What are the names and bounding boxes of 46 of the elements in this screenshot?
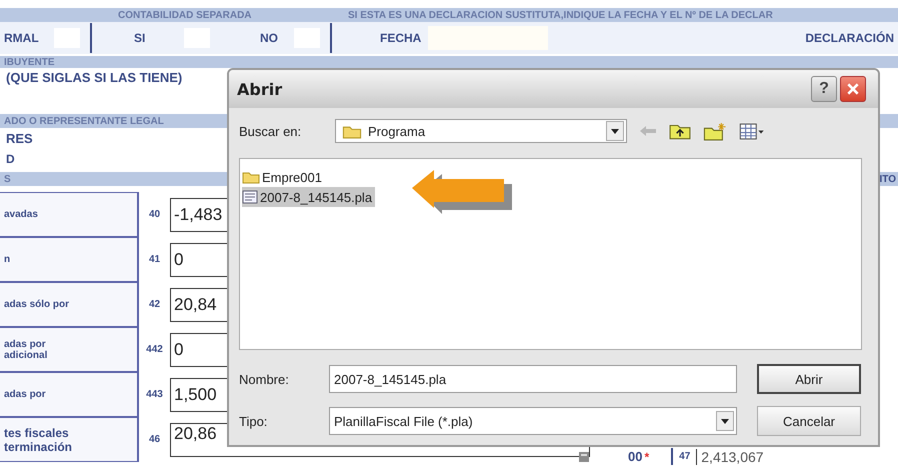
file-item[interactable]: Empre001 [242,167,325,187]
file-type-label: Tipo: [239,414,268,428]
look-in-label: Buscar en: [239,124,302,138]
help-button[interactable]: ? [811,76,837,102]
x-icon [846,82,860,96]
file-type-dropdown[interactable]: PlanillaFiscal File (*.pla) [329,407,737,435]
open-button[interactable]: Abrir [757,364,861,394]
field-label: DECLARACIÓN [805,31,894,45]
row-label: adas sólo por [0,282,138,327]
row-label: adas por [0,372,138,417]
view-menu-icon[interactable] [739,122,765,140]
section-heading: S [4,174,11,184]
look-in-dropdown[interactable]: Programa [335,119,627,143]
cancel-button[interactable]: Cancelar [757,406,861,436]
row-label: tes fiscales terminación [0,417,138,462]
field-label: RES [6,130,33,146]
field-label: FECHA [380,31,422,45]
file-item[interactable]: 2007-8_145145.pla [242,187,376,207]
folder-icon [342,124,362,138]
calculator-icon[interactable] [578,450,590,462]
row-label: n [0,237,138,282]
cents-label: 00 [628,449,642,464]
field-label: D [6,152,15,166]
row-label: avadas [0,192,138,237]
field-label: SI [134,31,146,45]
up-folder-icon[interactable] [669,122,691,140]
field-label: NO [260,31,279,45]
amount-field[interactable]: 2,413,067 [696,448,872,464]
new-folder-icon[interactable] [703,122,727,140]
document-icon [242,190,258,204]
row-label: adas por adicional [0,327,138,372]
field-label: (QUE SIGLAS SI LAS TIENE) [6,70,182,85]
file-name-field[interactable]: 2007-8_145145.pla [329,365,737,393]
section-heading: ADO O REPRESENTANTE LEGAL [4,116,164,126]
folder-icon [242,170,260,184]
section-heading: CONTABILIDAD SEPARADA [118,10,253,20]
file-name-label: Nombre: [239,372,290,386]
required-mark: * [644,450,650,464]
field-label: RMAL [4,31,40,45]
section-heading: SI ESTA ES UNA DECLARACION SUSTITUTA,INDIQUE LA FECHA Y EL Nº DE LA DECLAR [348,10,773,20]
column-heading: ITO [880,174,896,184]
close-button[interactable] [840,76,866,102]
section-heading: IBUYENTE [4,56,55,68]
line-number: 47 [679,451,690,462]
caret-icon [721,418,729,424]
window-title: Abrir [237,80,282,98]
